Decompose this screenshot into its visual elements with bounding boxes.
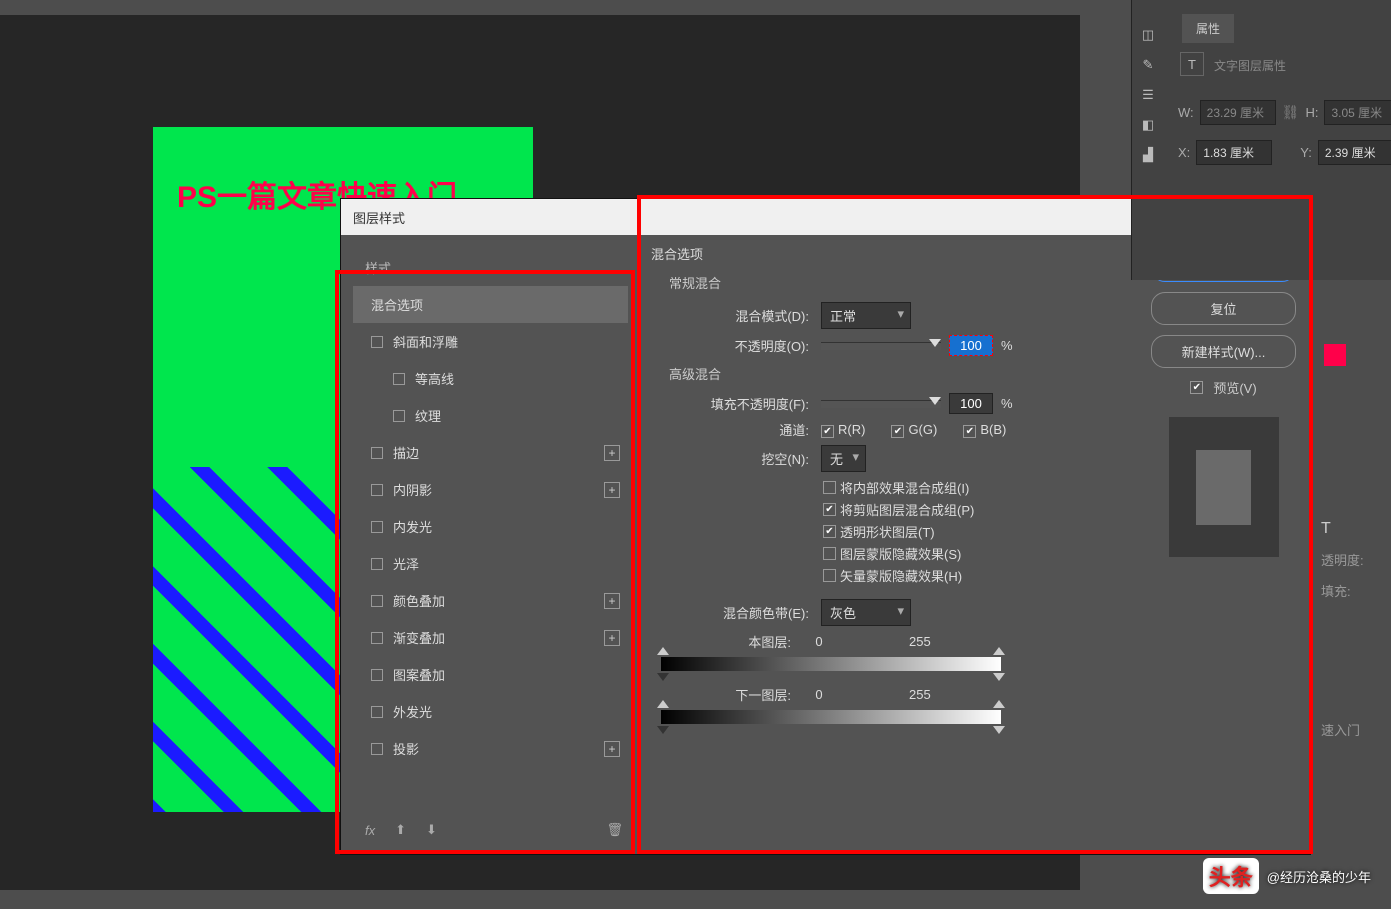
height-input[interactable]: 3.05 厘米 [1324,100,1391,125]
opt-interior-fx[interactable]: 将内部效果混合成组(I) [823,478,1131,497]
style-bevel[interactable]: 斜面和浮雕 [353,323,628,360]
style-contour[interactable]: 等高线 [353,360,628,397]
add-icon[interactable]: + [604,741,620,757]
knockout-select[interactable]: 无 [821,445,866,472]
icon-1[interactable]: ◫ [1132,20,1164,50]
watermark-text: @经历沧桑的少年 [1267,867,1371,886]
style-color-overlay[interactable]: 颜色叠加+ [353,582,628,619]
opacity-slider[interactable] [821,342,941,350]
add-icon[interactable]: + [604,630,620,646]
layer-style-dialog: 图层样式 × 样式 混合选项 斜面和浮雕 等高线 纹理 描边+ 内阴影+ 内发光… [340,198,1311,855]
style-drop-shadow[interactable]: 投影+ [353,730,628,767]
general-legend: 常规混合 [669,273,1131,292]
watermark-badge: 头条 [1203,858,1259,894]
opt-clipped-layers[interactable]: 将剪贴图层混合成组(P) [823,500,1131,519]
blendif-select[interactable]: 灰色 [821,599,911,626]
under-layer-gradient[interactable] [661,710,1001,724]
channel-b[interactable]: B(B) [963,422,1006,438]
fill-slider[interactable] [821,400,941,408]
style-outer-glow[interactable]: 外发光 [353,693,628,730]
preview-checkbox[interactable]: 预览(V) [1151,378,1296,397]
channel-r[interactable]: R(R) [821,422,865,438]
arrow-up-icon[interactable]: ⬆ [395,822,406,838]
opt-layer-mask-hide[interactable]: 图层蒙版隐藏效果(S) [823,544,1131,563]
add-icon[interactable]: + [604,593,620,609]
style-pattern-overlay[interactable]: 图案叠加 [353,656,628,693]
reset-button[interactable]: 复位 [1151,292,1296,325]
preview-box [1169,417,1279,557]
style-gradient-overlay[interactable]: 渐变叠加+ [353,619,628,656]
style-inner-glow[interactable]: 内发光 [353,508,628,545]
settings-icon[interactable]: ☰ [1132,80,1164,110]
style-stroke[interactable]: 描边+ [353,434,628,471]
panel-title: 混合选项 [651,244,1131,263]
this-layer-gradient[interactable] [661,657,1001,671]
stamp-icon[interactable]: ▟ [1132,140,1164,170]
style-blend-options[interactable]: 混合选项 [353,286,628,323]
styles-header[interactable]: 样式 [353,249,628,286]
blend-mode-label: 混合模式(D): [659,306,809,325]
type-layer-label: 文字图层属性 [1214,57,1286,74]
blend-options-panel: 混合选项 常规混合 混合模式(D): 正常 不透明度(O): 100 % 高级混… [651,244,1131,730]
right-side-labels: T 透明度: 填充: 速入门 [1321,508,1391,751]
type-icon: T [1180,52,1204,76]
y-input[interactable]: 2.39 厘米 [1318,140,1391,165]
fill-opacity-label: 填充不透明度(F): [659,394,809,413]
color-swatch[interactable] [1324,344,1346,366]
this-layer-label: 本图层: [651,632,791,651]
arrow-down-icon[interactable]: ⬇ [426,822,437,838]
trash-icon[interactable]: 🗑 [606,822,623,838]
opacity-input[interactable]: 100 [949,335,993,356]
opacity-label: 不透明度(O): [659,336,809,355]
fx-icon[interactable]: fx [365,823,375,838]
style-satin[interactable]: 光泽 [353,545,628,582]
styles-footer: fx ⬆ ⬇ 🗑 [355,816,633,844]
channels-label: 通道: [659,420,809,439]
fill-input[interactable]: 100 [949,393,993,414]
watermark: 头条 @经历沧桑的少年 [1203,858,1371,894]
opt-transparency-shapes[interactable]: 透明形状图层(T) [823,522,1131,541]
new-style-button[interactable]: 新建样式(W)... [1151,335,1296,368]
style-texture[interactable]: 纹理 [353,397,628,434]
dialog-title-text: 图层样式 [353,208,405,227]
brush-icon[interactable]: ✎ [1132,50,1164,80]
styles-list: 样式 混合选项 斜面和浮雕 等高线 纹理 描边+ 内阴影+ 内发光 光泽 颜色叠… [353,249,628,767]
opt-vector-mask-hide[interactable]: 矢量蒙版隐藏效果(H) [823,566,1131,585]
style-inner-shadow[interactable]: 内阴影+ [353,471,628,508]
channel-g[interactable]: G(G) [891,422,937,438]
icon-4[interactable]: ◧ [1132,110,1164,140]
x-input[interactable]: 1.83 厘米 [1196,140,1272,165]
blend-mode-select[interactable]: 正常 [821,302,911,329]
dialog-buttons: 确定 复位 新建样式(W)... 预览(V) [1151,249,1296,557]
knockout-label: 挖空(N): [659,449,809,468]
blendif-label: 混合颜色带(E): [659,603,809,622]
add-icon[interactable]: + [604,445,620,461]
properties-tab[interactable]: 属性 [1182,14,1234,43]
add-icon[interactable]: + [604,482,620,498]
under-layer-label: 下一图层: [651,685,791,704]
advanced-legend: 高级混合 [669,364,1131,383]
type-indicator: T [1321,520,1391,538]
width-input[interactable]: 23.29 厘米 [1200,100,1276,125]
properties-panel: ◫ ✎ ☰ ◧ ▟ 属性 T 文字图层属性 W:23.29 厘米 ⛓ H:3.0… [1131,0,1391,280]
tool-icons: ◫ ✎ ☰ ◧ ▟ [1132,20,1164,170]
link-icon[interactable]: ⛓ [1282,104,1300,121]
